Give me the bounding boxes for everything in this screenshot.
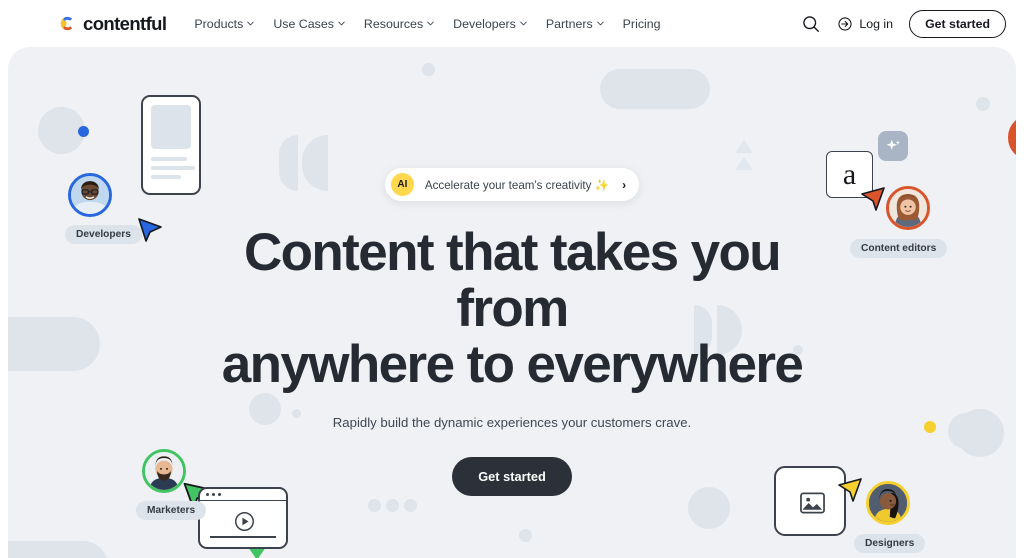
- avatar-developers[interactable]: [68, 173, 112, 217]
- persona-developers: Developers: [65, 173, 142, 244]
- deco-rrect-left-bottom: [8, 541, 108, 558]
- get-started-nav-button[interactable]: Get started: [909, 9, 1006, 38]
- hero-content: AI Accelerate your team's creativity ✨ ›…: [8, 47, 1016, 496]
- ai-badge: AI: [390, 173, 414, 196]
- avatar-photo-marketer: [145, 452, 183, 490]
- avatar-designers[interactable]: [866, 481, 910, 525]
- browser-video-card: [198, 487, 288, 549]
- persona-label-designers: Designers: [854, 534, 926, 553]
- nav-item-products[interactable]: Products: [194, 16, 255, 31]
- deco-dot-mid-right-sm: [519, 529, 532, 542]
- hero-subheading: Rapidly build the dynamic experiences yo…: [332, 414, 692, 430]
- persona-label-marketers: Marketers: [136, 501, 207, 520]
- ai-announcement-pill[interactable]: AI Accelerate your team's creativity ✨ ›: [384, 168, 640, 201]
- nav-label: Products: [194, 16, 244, 31]
- persona-designers: Designers: [854, 481, 926, 553]
- deco-tri-dot-3: [404, 499, 417, 512]
- nav-label: Developers: [453, 16, 516, 31]
- nav-label: Resources: [363, 16, 424, 31]
- deco-tri-dot-1: [368, 499, 381, 512]
- nav-actions: Log in Get started: [801, 9, 1006, 38]
- login-arrow-icon: [838, 16, 852, 31]
- nav-label: Use Cases: [273, 16, 334, 31]
- persona-label-content-editors: Content editors: [850, 239, 948, 258]
- play-icon[interactable]: [234, 511, 255, 532]
- hero-section: AI Accelerate your team's creativity ✨ ›…: [8, 47, 1016, 558]
- main-menu: Products Use Cases Resources Developers …: [194, 17, 660, 31]
- contentful-logo-link[interactable]: contentful: [58, 12, 167, 35]
- contentful-c-logo: [58, 14, 77, 33]
- headline-line-2: anywhere to everywhere: [221, 335, 804, 395]
- top-navigation-bar: contentful Products Use Cases Resources …: [0, 0, 1024, 47]
- nav-item-pricing[interactable]: Pricing: [623, 17, 661, 31]
- brand-wordmark: contentful: [83, 12, 167, 34]
- nav-item-developers[interactable]: Developers: [453, 17, 527, 31]
- chevron-down-icon: [596, 21, 604, 26]
- avatar-marketers[interactable]: [142, 449, 186, 493]
- get-started-hero-button[interactable]: Get started: [452, 456, 572, 496]
- deco-tri-dot-2: [386, 499, 399, 512]
- persona-marketers: Marketers: [136, 449, 207, 520]
- chevron-down-icon: [427, 21, 434, 26]
- avatar-photo-designer: [869, 484, 907, 522]
- nav-item-partners[interactable]: Partners: [546, 17, 604, 31]
- avatar-content-editors[interactable]: [886, 186, 930, 230]
- chevron-down-icon: [520, 21, 527, 26]
- persona-content-editors: Content editors: [850, 186, 948, 258]
- login-label: Log in: [859, 16, 894, 31]
- headline-line-1: Content that takes you from: [243, 223, 782, 339]
- avatar-photo-content-editor: [889, 189, 927, 227]
- browser-bottom-line: [210, 536, 276, 538]
- persona-label-developers: Developers: [65, 225, 142, 244]
- nav-item-resources[interactable]: Resources: [364, 17, 434, 31]
- chevron-right-icon: ›: [622, 177, 627, 192]
- ai-pill-text: Accelerate your team's creativity ✨: [424, 178, 610, 192]
- chevron-down-icon: [247, 21, 255, 26]
- chevron-down-icon: [338, 21, 345, 26]
- nav-item-use-cases[interactable]: Use Cases: [273, 17, 345, 31]
- login-link[interactable]: Log in: [837, 16, 893, 32]
- avatar-photo-developer: [71, 176, 109, 214]
- search-icon[interactable]: [801, 14, 821, 34]
- nav-label: Pricing: [622, 16, 661, 31]
- page-title: Content that takes you from anywhere to …: [192, 223, 832, 395]
- nav-label: Partners: [545, 16, 593, 31]
